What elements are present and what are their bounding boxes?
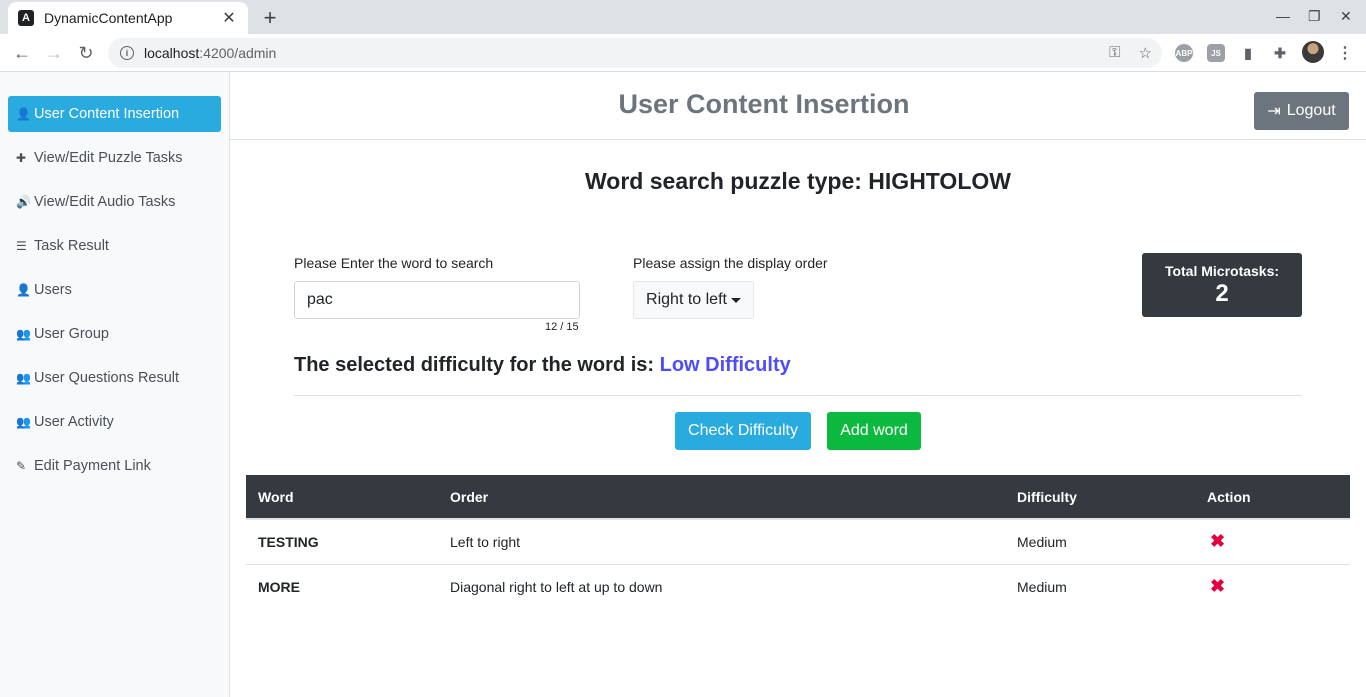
sign-out-icon: ⇥ [1267,103,1281,120]
total-microtasks-value: 2 [1215,280,1229,307]
table-header-row: Word Order Difficulty Action [246,475,1350,520]
edit-icon: ✎ [16,459,27,473]
sidebar-item-label: User Questions Result [34,370,180,386]
cell-word: TESTING [258,533,319,550]
adblock-extension-icon[interactable]: ABP [1175,44,1193,62]
sidebar-item-users[interactable]: 👤 Users [8,272,221,308]
logout-button[interactable]: ⇥ Logout [1254,92,1349,130]
user-plus-icon: 👤 [16,107,31,121]
difficulty-value: Low Difficulty [659,354,791,376]
sidebar-item-label: User Group [34,326,109,342]
profile-avatar[interactable] [1302,41,1324,63]
words-table: Word Order Difficulty Action TESTING Lef… [246,475,1350,609]
browser-tab[interactable]: A DynamicContentApp ✕ [8,2,248,34]
sidebar-item-puzzle-tasks[interactable]: ✚ View/Edit Puzzle Tasks [8,140,221,176]
users-icon: 👥 [16,415,31,429]
sidebar-item-label: View/Edit Puzzle Tasks [34,150,183,166]
add-word-button[interactable]: Add word [827,412,921,450]
restore-icon[interactable]: ❐ [1308,8,1321,25]
puzzle-type-title: Word search puzzle type: HIGHTOLOW [585,168,1011,194]
total-microtasks-label: Total Microtasks: [1164,263,1280,279]
sidebar-item-user-activity[interactable]: 👥 User Activity [8,404,221,440]
sidebar-item-label: Users [34,282,72,298]
display-order-value: Right to left [646,291,727,308]
divider [294,395,1302,396]
caret-down-icon [730,297,741,303]
sidebar-item-label: Edit Payment Link [34,458,151,474]
tab-title: DynamicContentApp [44,10,173,26]
cell-difficulty: Medium [1017,533,1067,550]
page-header: User Content Insertion ⇥ Logout [230,72,1366,140]
total-microtasks-card: Total Microtasks: 2 [1142,253,1302,317]
url-text: localhost:4200/admin [144,45,277,61]
sidebar-item-task-result[interactable]: ☰ Task Result [8,228,221,264]
sidebar-item-label: View/Edit Audio Tasks [34,194,176,210]
sidebar-item-user-content-insertion[interactable]: 👤 User Content Insertion [8,96,221,132]
character-counter: 12 / 15 [545,321,579,333]
difficulty-prefix: The selected difficulty for the word is: [294,354,655,376]
cell-difficulty: Medium [1017,578,1067,595]
new-tab-icon[interactable]: + [258,5,282,31]
chart-extension-icon[interactable]: ▮ [1239,44,1257,62]
check-difficulty-button[interactable]: Check Difficulty [675,412,811,450]
info-icon[interactable]: i [120,46,134,60]
column-header-order: Order [438,475,1005,520]
star-icon[interactable]: ☆ [1139,44,1152,62]
sidebar-item-label: Task Result [34,238,109,254]
sidebar-item-edit-payment-link[interactable]: ✎ Edit Payment Link [8,448,221,484]
sidebar-item-label: User Activity [34,414,114,430]
sidebar-item-user-group[interactable]: 👥 User Group [8,316,221,352]
minimize-icon[interactable]: — [1276,8,1290,24]
sidebar-item-user-questions-result[interactable]: 👥 User Questions Result [8,360,221,396]
close-tab-icon[interactable]: ✕ [220,8,238,28]
js-extension-icon[interactable]: JS [1207,44,1225,62]
user-icon: 👤 [16,283,31,297]
reload-icon[interactable]: ↻ [74,41,98,65]
cell-order: Diagonal right to left at up to down [450,578,663,595]
key-icon[interactable]: ⚿ [1109,44,1120,62]
cell-order: Left to right [450,533,521,550]
sidebar-item-audio-tasks[interactable]: 🔊 View/Edit Audio Tasks [8,184,221,220]
back-icon[interactable]: ← [10,41,34,65]
list-icon: ☰ [16,239,27,253]
display-order-dropdown[interactable]: Right to left [633,281,754,319]
column-header-word: Word [246,475,438,520]
column-header-difficulty: Difficulty [1005,475,1195,520]
address-bar[interactable]: i localhost:4200/admin ⚿ ☆ [108,38,1162,68]
delete-icon[interactable]: ✖ [1207,576,1225,596]
logout-label: Logout [1286,102,1336,119]
sidebar: 👤 User Content Insertion ✚ View/Edit Puz… [0,72,230,697]
page-title: User Content Insertion [618,89,910,119]
table-row: TESTING Left to right Medium ✖ [246,519,1350,564]
puzzle-icon: ✚ [16,151,27,165]
browser-tabstrip: A DynamicContentApp ✕ + — ❐ ✕ [0,0,1366,34]
volume-icon: 🔊 [16,195,31,209]
users-icon: 👥 [16,327,31,341]
browser-toolbar: ← → ↻ i localhost:4200/admin ⚿ ☆ ABP JS … [0,34,1366,72]
users-icon: 👥 [16,371,31,385]
sidebar-item-label: User Content Insertion [34,106,180,122]
column-header-action: Action [1195,475,1350,520]
extensions-puzzle-icon[interactable]: ✚ [1271,44,1289,62]
word-input-label: Please Enter the word to search [294,255,494,271]
display-order-label: Please assign the display order [633,255,828,271]
menu-kebab-icon[interactable]: ⋮ [1336,44,1354,62]
difficulty-statement: The selected difficulty for the word is:… [294,354,791,377]
cell-word: MORE [258,578,300,595]
forward-icon[interactable]: → [42,41,66,65]
delete-icon[interactable]: ✖ [1207,531,1225,551]
table-row: MORE Diagonal right to left at up to dow… [246,564,1350,609]
close-window-icon[interactable]: ✕ [1340,8,1352,25]
angular-logo-icon: A [18,10,34,26]
word-search-input[interactable] [294,281,580,319]
